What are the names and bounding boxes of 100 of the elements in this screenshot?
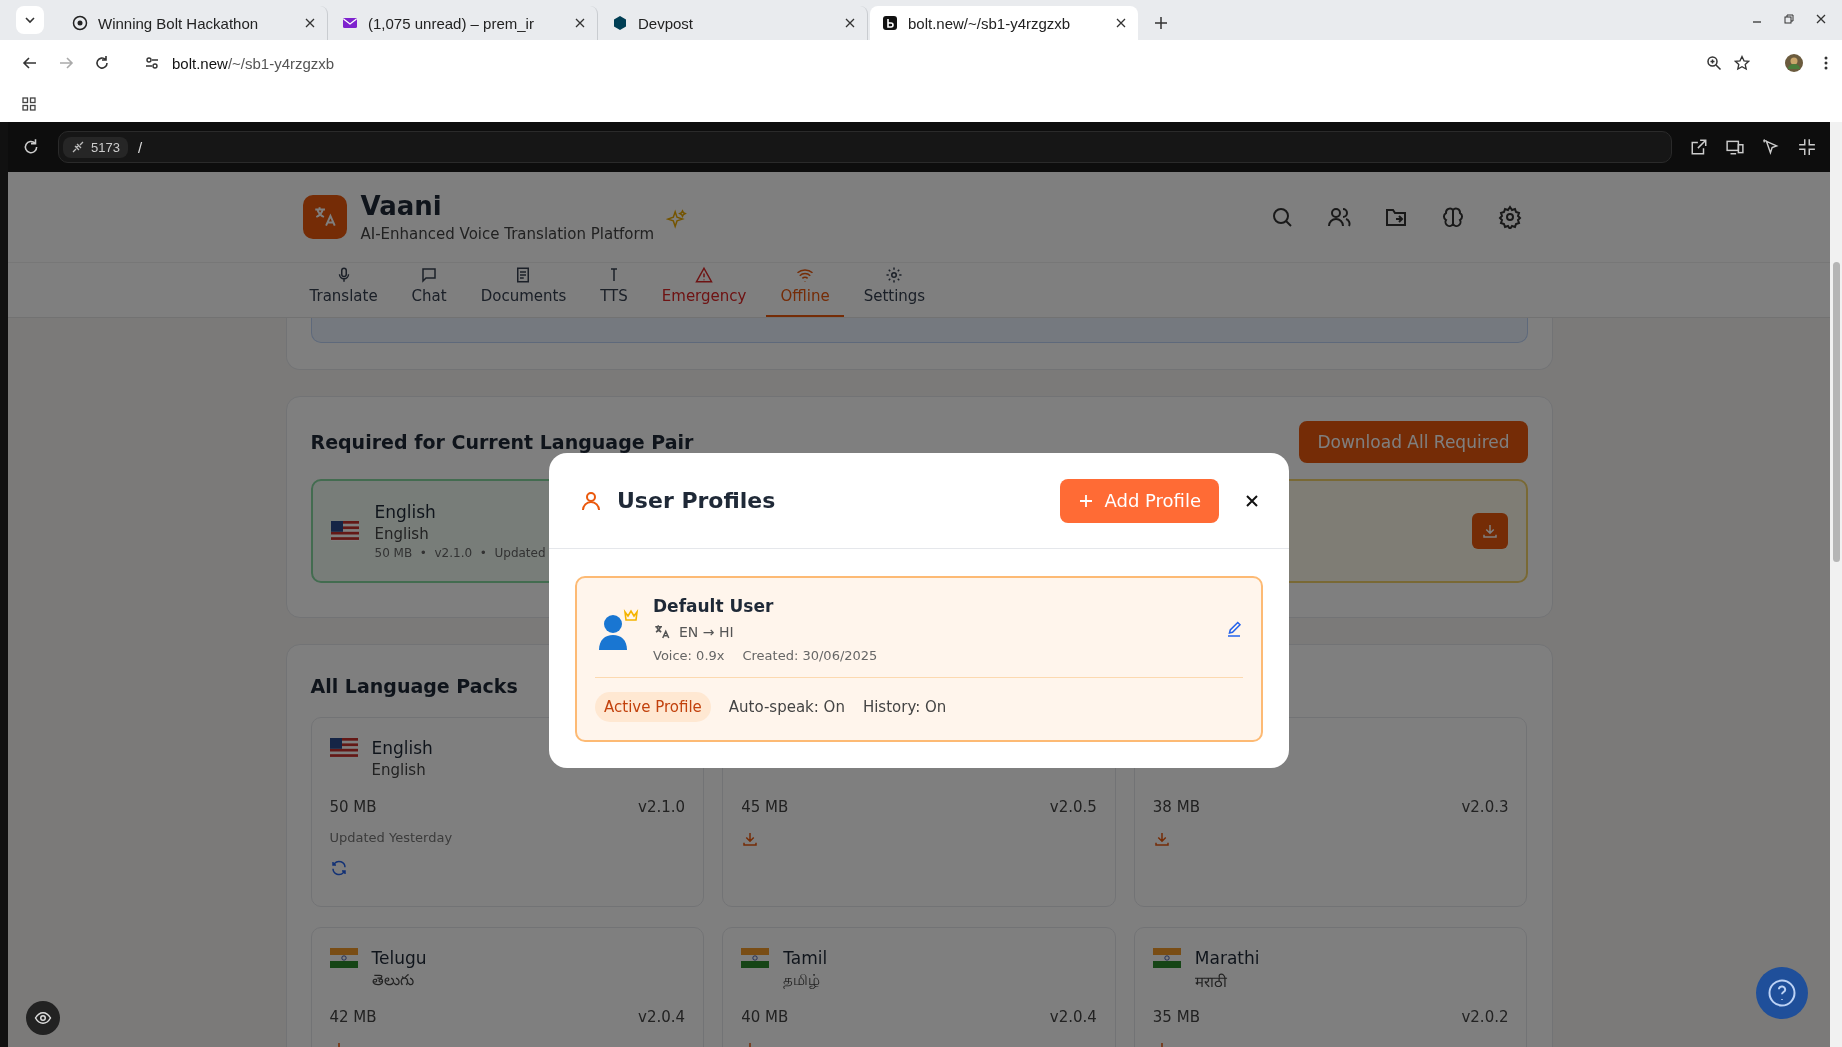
eye-icon xyxy=(34,1009,52,1027)
new-tab-icon[interactable] xyxy=(1154,16,1168,30)
native-name: English xyxy=(374,525,430,543)
chat-icon xyxy=(420,266,439,284)
tab-title: bolt.new/~/sb1-y4rzgzxb xyxy=(908,14,1072,32)
close-icon[interactable] xyxy=(1816,14,1826,24)
mail-icon xyxy=(342,15,358,31)
language-pair: EN → HI xyxy=(679,624,734,640)
auto-speak-status: Auto-speak: On xyxy=(728,698,845,716)
dialog-title: User Profiles xyxy=(617,488,776,513)
devices-icon[interactable] xyxy=(1726,138,1744,156)
pack-version: v2.0.5 xyxy=(1049,798,1097,816)
brain-icon[interactable] xyxy=(1440,205,1465,229)
nav-tab[interactable]: Translate xyxy=(295,263,392,317)
edit-icon[interactable] xyxy=(1225,620,1243,639)
profile-name: Default User xyxy=(653,596,775,616)
warning-icon xyxy=(695,266,714,284)
voice-speed: Voice: 0.9x xyxy=(653,648,725,663)
help-button[interactable] xyxy=(1756,967,1808,1019)
users-icon[interactable] xyxy=(1326,205,1351,229)
native-name: தமிழ் xyxy=(783,971,822,991)
avatar-icon[interactable] xyxy=(1784,53,1804,73)
section-title: All Language Packs xyxy=(310,675,518,697)
apps-icon[interactable] xyxy=(22,97,36,111)
tab-title: Winning Bolt Hackathon xyxy=(98,14,260,32)
pointer-icon[interactable] xyxy=(1762,138,1780,156)
translate-icon xyxy=(653,623,671,641)
history-status: History: On xyxy=(862,698,947,716)
add-profile-button[interactable]: Add Profile xyxy=(1060,478,1219,523)
close-icon[interactable] xyxy=(1245,493,1259,508)
settings-icon[interactable] xyxy=(1497,205,1522,229)
pack-size: 45 MB xyxy=(741,798,789,816)
pack-version: v2.0.4 xyxy=(1049,1008,1097,1026)
pack-size: 35 MB xyxy=(1152,1008,1200,1026)
tab-title: Devpost xyxy=(638,14,695,32)
pack-version: v2.0.4 xyxy=(638,1008,686,1026)
active-profile-badge: Active Profile xyxy=(595,692,711,722)
pack-version: v2.1.0 xyxy=(638,798,686,816)
external-link-icon[interactable] xyxy=(1690,138,1708,156)
tricolor-flag-icon xyxy=(741,948,770,968)
pack-details: 50 MB • v2.1.0 • Updated xyxy=(374,546,546,560)
site-settings-icon[interactable] xyxy=(144,55,160,71)
tab-list-icon[interactable] xyxy=(16,6,44,34)
nav-tab[interactable]: Documents xyxy=(466,263,581,317)
language-name: Tamil xyxy=(783,948,828,968)
tricolor-flag-icon xyxy=(1152,948,1181,968)
zoom-icon[interactable] xyxy=(1706,55,1722,71)
plus-icon xyxy=(1078,492,1095,509)
eye-button[interactable] xyxy=(26,1001,60,1035)
pack-version: v2.0.3 xyxy=(1461,798,1509,816)
pack-version: v2.0.2 xyxy=(1461,1008,1509,1026)
nav-tab[interactable]: Chat xyxy=(397,263,461,317)
logo-icon xyxy=(302,195,347,239)
update-note: Updated Yesterday xyxy=(329,830,454,845)
path-text: / xyxy=(137,138,143,156)
native-name: English xyxy=(371,761,427,779)
nav-tab[interactable]: TTS xyxy=(586,263,642,317)
striped-flag-icon xyxy=(329,738,358,758)
tab-title: (1,075 unread) – prem_ir xyxy=(368,14,535,32)
pack-size: 42 MB xyxy=(329,1008,377,1026)
help-icon xyxy=(1767,978,1797,1008)
menu-icon[interactable] xyxy=(1824,55,1828,71)
browser-tab[interactable]: bolt.new/~/sb1-y4rzgzxb xyxy=(870,6,1138,40)
reload-icon[interactable] xyxy=(94,55,110,71)
collapse-icon[interactable] xyxy=(1798,138,1816,156)
nav-tab[interactable]: Emergency xyxy=(647,263,761,317)
striped-flag-icon xyxy=(330,521,359,541)
app-title: Vaani xyxy=(360,191,443,221)
globe-icon xyxy=(72,15,88,31)
download-all-button[interactable]: Download All Required xyxy=(1299,421,1528,463)
language-name: English xyxy=(374,502,437,522)
logo-icon xyxy=(882,15,898,31)
plug-icon xyxy=(71,140,85,154)
close-icon[interactable] xyxy=(575,18,585,28)
pack-size: 40 MB xyxy=(741,1008,789,1026)
refresh-icon[interactable] xyxy=(329,859,348,877)
star-icon[interactable] xyxy=(1734,55,1750,71)
port-badge[interactable]: 5173 xyxy=(63,136,128,158)
hexagon-icon xyxy=(612,15,628,31)
pack-size: 38 MB xyxy=(1152,798,1200,816)
pack-size: 50 MB xyxy=(329,798,377,816)
preview-url-field[interactable]: 5173 / xyxy=(58,131,1672,163)
back-icon[interactable] xyxy=(22,55,38,71)
reload-icon[interactable] xyxy=(22,138,40,156)
restore-icon[interactable] xyxy=(1784,14,1794,24)
app-tagline: AI-Enhanced Voice Translation Platform xyxy=(360,225,654,243)
close-icon[interactable] xyxy=(1116,18,1126,28)
language-name: Marathi xyxy=(1194,948,1260,968)
close-icon[interactable] xyxy=(845,18,855,28)
scrollbar-thumb[interactable] xyxy=(1833,262,1840,562)
profile-card[interactable]: Default User EN → HI Voice: 0.9x Created: 30/06/2025 Active Profile Auto-speak: On History: On xyxy=(575,576,1263,742)
nav-tab[interactable]: Settings xyxy=(849,263,940,317)
created-date: Created: 30/06/2025 xyxy=(742,648,878,663)
language-name: Telugu xyxy=(371,948,427,968)
section-title: Required for Current Language Pair xyxy=(310,431,694,453)
url-text: bolt.new/~/sb1-y4rzgzxb xyxy=(172,54,335,72)
sparkle-icon xyxy=(666,209,688,231)
native-name: తెలుగు xyxy=(371,971,415,991)
settings-icon xyxy=(885,266,904,284)
close-icon[interactable] xyxy=(305,18,315,28)
